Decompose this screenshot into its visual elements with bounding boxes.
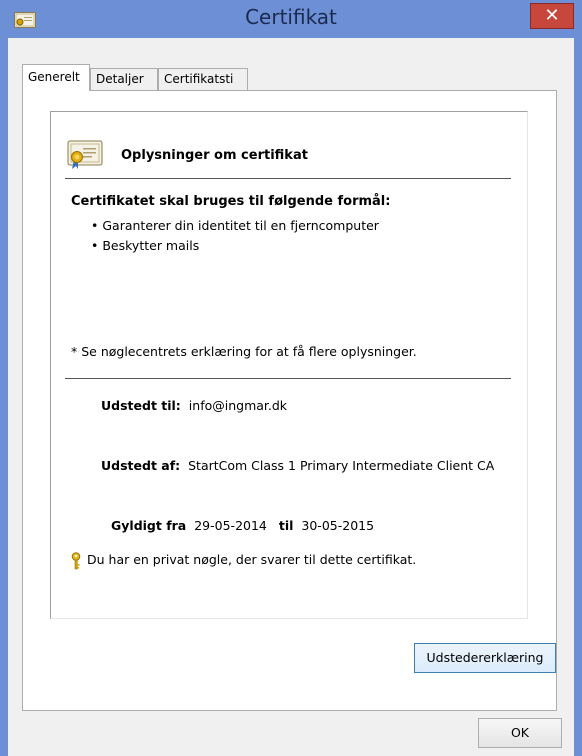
- certificate-dialog: Certifikat ✕ Generelt Detaljer Certifika…: [0, 0, 582, 756]
- dialog-client-area: Generelt Detaljer Certifikatsti Oplysnin…: [8, 38, 574, 756]
- issued-by-row: Udstedt af: StartCom Class 1 Primary Int…: [101, 458, 494, 473]
- tab-generelt[interactable]: Generelt: [22, 64, 90, 91]
- close-button[interactable]: ✕: [530, 3, 574, 29]
- valid-to-value: 30-05-2015: [301, 518, 375, 533]
- certificate-info-box: Oplysninger om certifikat Certifikatet s…: [50, 111, 528, 619]
- issued-to-row: Udstedt til: info@ingmar.dk: [101, 398, 287, 413]
- details-divider: [65, 378, 511, 379]
- valid-to-label: til: [278, 518, 294, 533]
- title-bar[interactable]: Certifikat ✕: [0, 0, 582, 36]
- tab-certifikatsti[interactable]: Certifikatsti: [158, 68, 248, 90]
- issued-by-value: StartCom Class 1 Primary Intermediate Cl…: [188, 458, 495, 473]
- tab-detaljer[interactable]: Detaljer: [90, 68, 158, 90]
- purpose-item: Garanterer din identitet til en fjerncom…: [91, 216, 379, 236]
- key-icon: [71, 552, 81, 570]
- valid-from-label: Gyldigt fra: [111, 518, 187, 533]
- issuer-statement-note: * Se nøglecentrets erklæring for at få f…: [71, 344, 417, 359]
- ok-button[interactable]: OK: [478, 718, 562, 748]
- heading-divider: [65, 178, 511, 179]
- purpose-item: Beskytter mails: [91, 236, 379, 256]
- certificate-icon: [67, 140, 103, 169]
- purpose-title: Certifikatet skal bruges til følgende fo…: [71, 194, 391, 209]
- issued-by-label: Udstedt af:: [101, 458, 181, 473]
- issuer-statement-button[interactable]: Udstedererklæring: [414, 643, 556, 673]
- validity-row: Gyldigt fra 29-05-2014 til 30-05-2015: [111, 518, 374, 533]
- close-icon: ✕: [544, 5, 560, 26]
- window-title: Certifikat: [245, 5, 337, 29]
- issued-to-value: info@ingmar.dk: [188, 398, 288, 413]
- purpose-list: Garanterer din identitet til en fjerncom…: [91, 216, 379, 256]
- issued-to-label: Udstedt til:: [101, 398, 181, 413]
- certificate-info-heading: Oplysninger om certifikat: [121, 148, 308, 163]
- valid-from-value: 29-05-2014: [194, 518, 267, 533]
- private-key-note: Du har en privat nøgle, der svarer til d…: [87, 552, 417, 567]
- tab-panel-generelt: Oplysninger om certifikat Certifikatet s…: [22, 90, 557, 711]
